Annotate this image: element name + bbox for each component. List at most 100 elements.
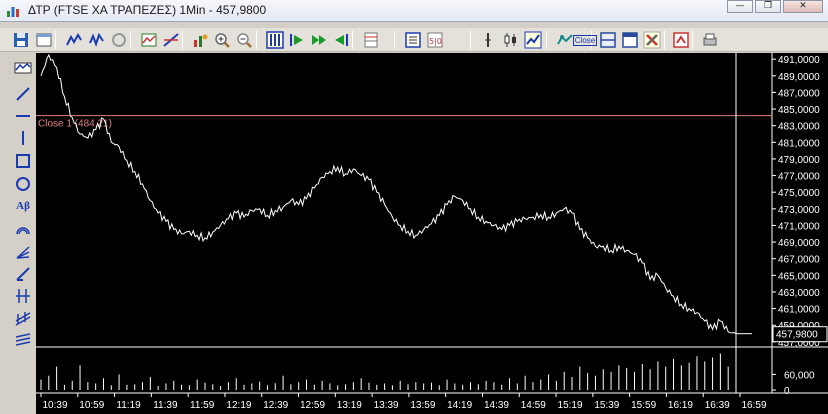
y-tick-label: 475,0000 — [778, 188, 820, 199]
panel-icon[interactable] — [598, 30, 618, 50]
objects-icon[interactable] — [190, 30, 210, 50]
x-tick-label: 15:59 — [631, 400, 656, 411]
chart-style-icon[interactable] — [64, 30, 84, 50]
toolbar-separator — [256, 31, 257, 49]
x-tick-label: 13:59 — [410, 400, 435, 411]
ellipse-icon[interactable] — [10, 174, 36, 194]
x-tick-label: 15:19 — [558, 400, 583, 411]
fan-icon[interactable] — [10, 242, 36, 262]
x-tick-label: 11:39 — [153, 400, 178, 411]
y-tick-label: 477,0000 — [778, 172, 820, 183]
vertical-line-icon[interactable] — [478, 30, 498, 50]
x-tick-label: 14:19 — [447, 400, 472, 411]
last-value-label: 457,9800 — [776, 330, 818, 341]
gann-icon[interactable] — [10, 330, 36, 350]
y-tick-label: 489,0000 — [778, 72, 820, 83]
close-label-icon[interactable] — [0, 30, 20, 50]
data-icon[interactable]: 5|0 — [425, 30, 445, 50]
toolbar-separator — [352, 31, 353, 49]
y-tick-label: 469,0000 — [778, 238, 820, 249]
horizontal-line-icon[interactable] — [10, 106, 36, 126]
play-back-icon[interactable] — [331, 30, 351, 50]
x-tick-label: 16:39 — [705, 400, 730, 411]
title-bar: ΔΤΡ (FTSE ΧΑ ΤΡΑΠΕΖΕΣ) 1Min - 457,9800 —… — [0, 0, 828, 22]
y-tick-label: 463,0000 — [778, 288, 820, 299]
close-label-icon[interactable]: Close — [572, 30, 598, 50]
arc-icon[interactable] — [10, 219, 36, 239]
print-icon[interactable] — [700, 30, 720, 50]
y-tick-label: 467,0000 — [778, 255, 820, 266]
toolbar-separator — [692, 31, 693, 49]
price-line — [40, 53, 737, 335]
app-icon — [7, 7, 19, 17]
y-tick-label: 479,0000 — [778, 155, 820, 166]
text-tool-label: Aβ — [16, 200, 30, 212]
price-chart[interactable]: 491,0000 489,0000 487,0000 485,0000 483,0000… — [36, 53, 828, 414]
line-chart-icon[interactable] — [523, 30, 543, 50]
toolbar-separator — [394, 31, 395, 49]
toolbar: 5|0 Close — [0, 28, 828, 52]
fibonacci-icon[interactable] — [10, 286, 36, 306]
x-tick-label: 14:59 — [521, 400, 546, 411]
x-tick-label: 12:39 — [263, 400, 288, 411]
y-tick-label: 465,0000 — [778, 271, 820, 282]
channel-icon[interactable] — [10, 308, 36, 328]
x-tick-label: 14:39 — [484, 400, 509, 411]
x-tick-label: 13:39 — [374, 400, 399, 411]
y-tick-label: 461,0000 — [778, 305, 820, 316]
x-tick-label: 11:19 — [116, 400, 141, 411]
diagonal-line-icon[interactable] — [10, 84, 36, 104]
toolbar-separator — [664, 31, 665, 49]
close-label-text: Close — [572, 34, 598, 46]
x-tick-label: 13:19 — [337, 400, 362, 411]
toolbar-separator — [55, 31, 56, 49]
zoom-out-icon[interactable] — [234, 30, 254, 50]
vertical-line-icon[interactable] — [10, 128, 36, 148]
x-tick-label: 12:59 — [300, 400, 325, 411]
refresh-icon[interactable] — [109, 30, 129, 50]
x-tick-label: 16:59 — [741, 400, 766, 411]
y-tick-label: 483,0000 — [778, 122, 820, 133]
rectangle-icon[interactable] — [10, 151, 36, 171]
y-tick-label: 485,0000 — [778, 105, 820, 116]
minimize-button[interactable]: — — [727, 0, 753, 13]
chart-style2-icon[interactable] — [87, 30, 107, 50]
y-tick-label: 473,0000 — [778, 205, 820, 216]
text-icon[interactable]: Aβ — [10, 196, 36, 216]
window2-icon[interactable] — [620, 30, 640, 50]
restore-button[interactable]: ❐ — [755, 0, 781, 13]
volume-tick-label: 60,000 — [784, 370, 815, 381]
x-tick-label: 11:59 — [190, 400, 215, 411]
play-forward-icon[interactable] — [309, 30, 329, 50]
export-icon[interactable] — [671, 30, 691, 50]
y-tick-label: 481,0000 — [778, 138, 820, 149]
trendline-icon[interactable] — [161, 30, 181, 50]
drawing-tools: Aβ — [10, 56, 36, 356]
chart-type-icon[interactable] — [10, 58, 36, 78]
x-tick-label: 12:19 — [226, 400, 251, 411]
x-tick-label: 16:19 — [668, 400, 693, 411]
tools-icon[interactable] — [642, 30, 662, 50]
pen-icon[interactable] — [10, 264, 36, 284]
toolbar-separator — [546, 31, 547, 49]
toolbar-separator — [470, 31, 471, 49]
window-icon[interactable] — [34, 30, 54, 50]
list-icon[interactable] — [403, 30, 423, 50]
bars-icon[interactable] — [265, 30, 285, 50]
window-title: ΔΤΡ (FTSE ΧΑ ΤΡΑΠΕΖΕΣ) 1Min - 457,9800 — [28, 3, 267, 17]
y-tick-label: 487,0000 — [778, 88, 820, 99]
play-icon[interactable] — [287, 30, 307, 50]
candle-icon[interactable] — [501, 30, 521, 50]
x-tick-label: 15:39 — [594, 400, 619, 411]
volume-tick-label: 0 — [784, 386, 790, 397]
zoom-in-icon[interactable] — [212, 30, 232, 50]
toolbar-separator — [130, 31, 131, 49]
toolbar-separator — [182, 31, 183, 49]
x-tick-label: 10:59 — [79, 400, 104, 411]
chart-canvas[interactable]: 491,0000 489,0000 487,0000 485,0000 483,0000… — [36, 53, 828, 414]
y-tick-label: 471,0000 — [778, 221, 820, 232]
grid-icon[interactable] — [361, 30, 381, 50]
y-tick-label: 491,0000 — [778, 55, 820, 66]
indicator-icon[interactable] — [139, 30, 159, 50]
close-button[interactable]: ✕ — [783, 0, 823, 13]
